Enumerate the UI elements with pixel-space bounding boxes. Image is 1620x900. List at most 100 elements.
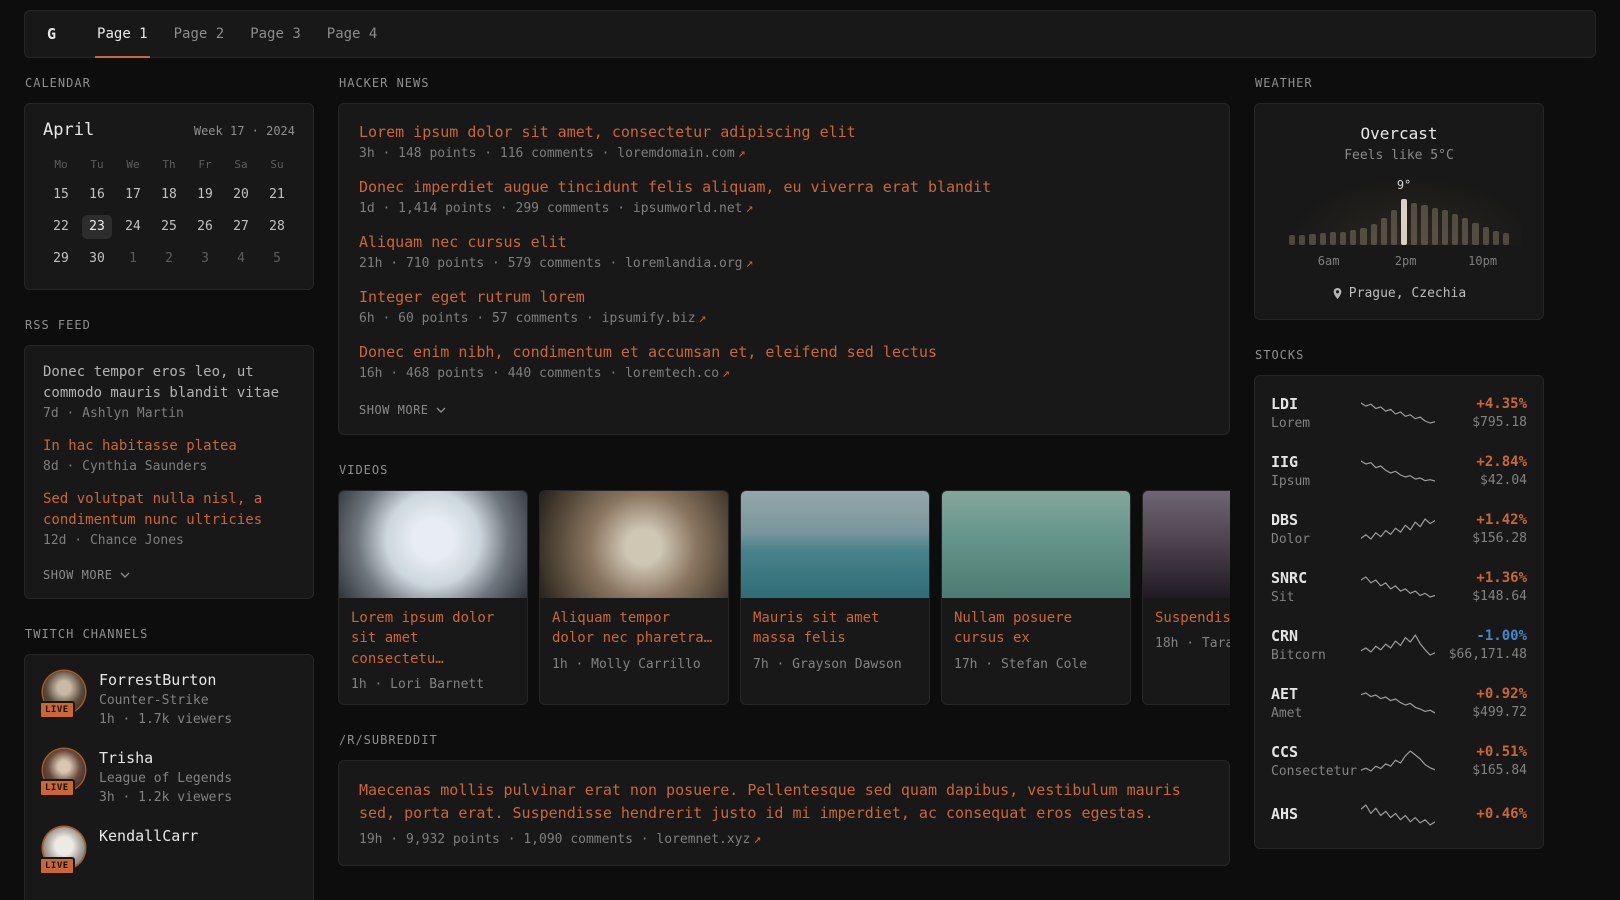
- twitch-channel[interactable]: LIVE ForrestBurton Counter-Strike 1h · 1…: [43, 671, 295, 727]
- calendar-header: April Week 17 · 2024: [43, 120, 295, 140]
- tab-page-4[interactable]: Page 4: [314, 11, 391, 57]
- twitch-channel[interactable]: LIVE KendallCarr: [43, 827, 295, 869]
- video-card[interactable]: Aliquam tempor dolor nec pharetra… 1h · …: [539, 490, 729, 705]
- hn-item-meta-text: 16h · 468 points · 440 comments · loremt…: [359, 366, 719, 381]
- calendar-month: April: [43, 120, 94, 140]
- external-link-icon[interactable]: ↗: [699, 311, 707, 326]
- video-card[interactable]: Suspendisse diam 18h · Tara: [1142, 490, 1230, 705]
- stock-symbol: LDI: [1271, 395, 1361, 413]
- calendar-widget: April Week 17 · 2024 Mo Tu We Th Fr Sa S…: [24, 103, 314, 290]
- hn-item-title[interactable]: Lorem ipsum dolor sit amet, consectetur …: [359, 123, 1209, 141]
- video-thumbnail[interactable]: [741, 491, 929, 598]
- calendar-day: 27: [223, 215, 259, 239]
- tab-page-3[interactable]: Page 3: [237, 11, 314, 57]
- channel-game: League of Legends: [99, 771, 232, 786]
- external-link-icon[interactable]: ↗: [746, 201, 754, 216]
- calendar-section: CALENDAR April Week 17 · 2024 Mo Tu We T…: [24, 76, 314, 290]
- weather-bar: [1493, 231, 1499, 245]
- stock-name: Bitcorn: [1271, 648, 1361, 663]
- external-link-icon[interactable]: ↗: [738, 146, 746, 161]
- stock-row[interactable]: SNRC Sit +1.36% $148.64: [1271, 558, 1527, 616]
- stock-symbol: AET: [1271, 685, 1361, 703]
- logo[interactable]: G: [47, 11, 56, 57]
- hn-item-title[interactable]: Integer eget rutrum lorem: [359, 288, 1209, 306]
- weather-bar: [1360, 228, 1366, 245]
- hn-item-meta-text: 21h · 710 points · 579 comments · loreml…: [359, 256, 743, 271]
- video-thumbnail[interactable]: [1143, 491, 1230, 598]
- video-card[interactable]: Mauris sit amet massa felis 7h · Grayson…: [740, 490, 930, 705]
- stock-symbol: DBS: [1271, 511, 1361, 529]
- video-thumbnail[interactable]: [540, 491, 728, 598]
- hn-show-more-button[interactable]: SHOW MORE: [359, 403, 446, 417]
- stock-price: $795.18: [1435, 415, 1527, 430]
- weather-bar: [1401, 199, 1407, 245]
- hacker-news-section-title: HACKER NEWS: [339, 76, 1229, 90]
- video-thumbnail[interactable]: [942, 491, 1130, 598]
- weather-bar: [1452, 214, 1458, 245]
- weather-bar: [1299, 235, 1305, 245]
- tab-page-2[interactable]: Page 2: [161, 11, 238, 57]
- hn-item-title[interactable]: Aliquam nec cursus elit: [359, 233, 1209, 251]
- video-card[interactable]: Nullam posuere cursus ex 17h · Stefan Co…: [941, 490, 1131, 705]
- stock-sparkline: [1361, 399, 1435, 427]
- hn-item-title[interactable]: Donec enim nibh, condimentum et accumsan…: [359, 343, 1209, 361]
- twitch-channel[interactable]: LIVE Trisha League of Legends 3h · 1.2k …: [43, 749, 295, 805]
- rss-item-title[interactable]: In hac habitasse platea: [43, 436, 295, 457]
- weather-bar: [1411, 203, 1417, 245]
- middle-column: HACKER NEWS Lorem ipsum dolor sit amet, …: [338, 76, 1230, 894]
- video-title[interactable]: Aliquam tempor dolor nec pharetra…: [540, 598, 728, 649]
- rss-item: Donec tempor eros leo, ut commodo mauris…: [43, 362, 295, 421]
- stock-row[interactable]: CCS Consectetur +0.51% $165.84: [1271, 732, 1527, 790]
- video-title[interactable]: Suspendisse diam: [1143, 598, 1230, 628]
- tab-page-1[interactable]: Page 1: [84, 11, 161, 57]
- weather-bar: [1483, 227, 1489, 245]
- hn-item-title[interactable]: Donec imperdiet augue tincidunt felis al…: [359, 178, 1209, 196]
- stocks-section: STOCKS LDI Lorem +4.35% $795.18: [1254, 348, 1544, 849]
- stock-row[interactable]: AHS +0.46%: [1271, 790, 1527, 840]
- stock-values: +0.92% $499.72: [1435, 686, 1527, 720]
- stock-name: Ipsum: [1271, 474, 1361, 489]
- stock-sparkline: [1361, 573, 1435, 601]
- weather-time-label: 6am: [1318, 254, 1340, 268]
- weather-feels-like: Feels like 5°C: [1275, 148, 1523, 163]
- stock-row[interactable]: CRN Bitcorn -1.00% $66,171.48: [1271, 616, 1527, 674]
- external-link-icon[interactable]: ↗: [722, 366, 730, 381]
- subreddit-post-title[interactable]: Maecenas mollis pulvinar erat non posuer…: [359, 779, 1209, 826]
- rss-show-more-button[interactable]: SHOW MORE: [43, 568, 130, 582]
- stock-id: LDI Lorem: [1271, 395, 1361, 431]
- stock-change: +1.42%: [1435, 512, 1527, 528]
- rss-item-title[interactable]: Sed volutpat nulla nisl, a condimentum n…: [43, 489, 295, 531]
- stock-row[interactable]: AET Amet +0.92% $499.72: [1271, 674, 1527, 732]
- hn-show-more-label: SHOW MORE: [359, 403, 429, 417]
- calendar-day: 18: [151, 183, 187, 207]
- external-link-icon[interactable]: ↗: [746, 256, 754, 271]
- rss-item-title[interactable]: Donec tempor eros leo, ut commodo mauris…: [43, 362, 295, 404]
- rss-item-meta: 7d · Ashlyn Martin: [43, 406, 295, 421]
- rss-item: Sed volutpat nulla nisl, a condimentum n…: [43, 489, 295, 548]
- calendar-day: 15: [43, 183, 79, 207]
- rss-widget: Donec tempor eros leo, ut commodo mauris…: [24, 345, 314, 599]
- stock-change: +0.46%: [1435, 806, 1527, 822]
- stock-row[interactable]: DBS Dolor +1.42% $156.28: [1271, 500, 1527, 558]
- video-title[interactable]: Lorem ipsum dolor sit amet consectetu…: [339, 598, 527, 669]
- video-thumbnail[interactable]: [339, 491, 527, 598]
- stock-values: +0.51% $165.84: [1435, 744, 1527, 778]
- channel-viewers: 3h · 1.2k viewers: [99, 790, 232, 805]
- weather-bar: [1350, 230, 1356, 245]
- video-title[interactable]: Mauris sit amet massa felis: [741, 598, 929, 649]
- hn-item-meta-text: 1d · 1,414 points · 299 comments · ipsum…: [359, 201, 743, 216]
- stock-symbol: AHS: [1271, 805, 1361, 823]
- calendar-dow: Tu: [79, 155, 115, 175]
- stock-sparkline: [1361, 801, 1435, 829]
- avatar: LIVE: [43, 749, 85, 791]
- stock-row[interactable]: LDI Lorem +4.35% $795.18: [1271, 384, 1527, 442]
- video-title[interactable]: Nullam posuere cursus ex: [942, 598, 1130, 649]
- weather-section-title: WEATHER: [1255, 76, 1543, 90]
- videos-section-title: VIDEOS: [339, 463, 1229, 477]
- video-card[interactable]: Lorem ipsum dolor sit amet consectetu… 1…: [338, 490, 528, 705]
- external-link-icon[interactable]: ↗: [753, 832, 761, 847]
- channel-viewers: 1h · 1.7k viewers: [99, 712, 232, 727]
- stock-row[interactable]: IIG Ipsum +2.84% $42.04: [1271, 442, 1527, 500]
- live-badge: LIVE: [39, 701, 75, 719]
- weather-bar: [1320, 233, 1326, 245]
